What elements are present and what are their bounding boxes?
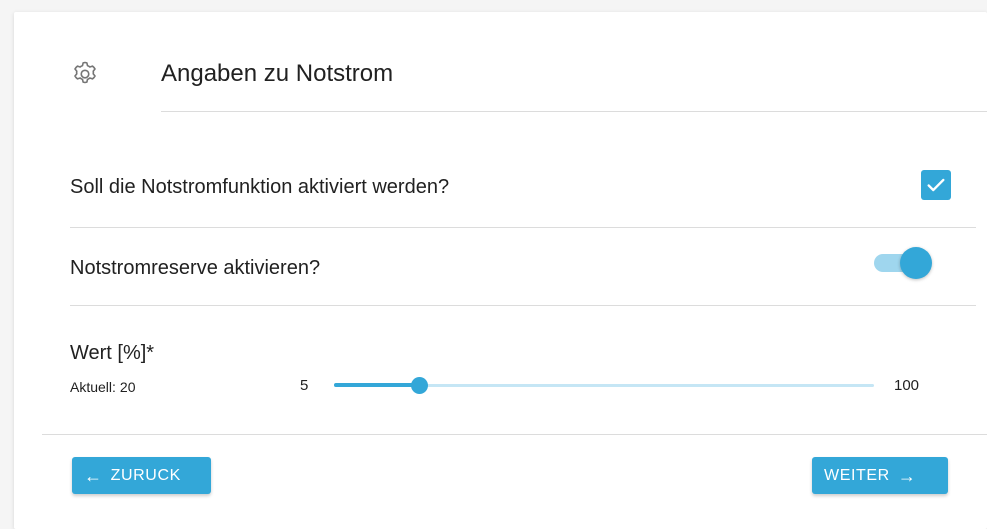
- arrow-left-icon: ←: [84, 465, 103, 486]
- notstrom-function-checkbox[interactable]: [921, 170, 951, 200]
- header-divider: [161, 111, 987, 112]
- card-header: Angaben zu Notstrom: [14, 12, 987, 112]
- slider-fill: [334, 383, 419, 387]
- wert-slider[interactable]: [334, 374, 874, 396]
- section-divider: [42, 434, 987, 435]
- slider-max-label: 100: [894, 377, 920, 394]
- gear-icon: [70, 59, 100, 89]
- current-value-text: Aktuell: 20: [70, 378, 136, 396]
- back-button[interactable]: ← ZURUCK: [72, 457, 211, 494]
- current-value-label: Aktuell:: [70, 379, 116, 395]
- row-divider: [70, 305, 976, 306]
- toggle-knob: [900, 247, 932, 279]
- notstrom-reserve-label: Notstromreserve aktivieren?: [70, 257, 321, 279]
- slider-thumb[interactable]: [411, 377, 428, 394]
- slider-min-label: 5: [300, 377, 309, 394]
- notstrom-card: Angaben zu Notstrom Soll die Notstromfun…: [14, 12, 987, 529]
- row-divider: [70, 227, 976, 228]
- arrow-right-icon: →: [897, 465, 917, 486]
- next-button-label: WEITER: [824, 466, 890, 484]
- check-icon: [927, 178, 945, 192]
- back-button-label: ZURUCK: [110, 466, 181, 484]
- next-button[interactable]: WEITER →: [812, 457, 948, 494]
- notstrom-reserve-toggle[interactable]: [874, 247, 932, 279]
- page-title: Angaben zu Notstrom: [161, 60, 394, 87]
- wert-label: Wert [%]*: [70, 342, 155, 364]
- current-value: 20: [119, 379, 136, 395]
- notstrom-function-label: Soll die Notstromfunktion aktiviert werd…: [70, 176, 450, 198]
